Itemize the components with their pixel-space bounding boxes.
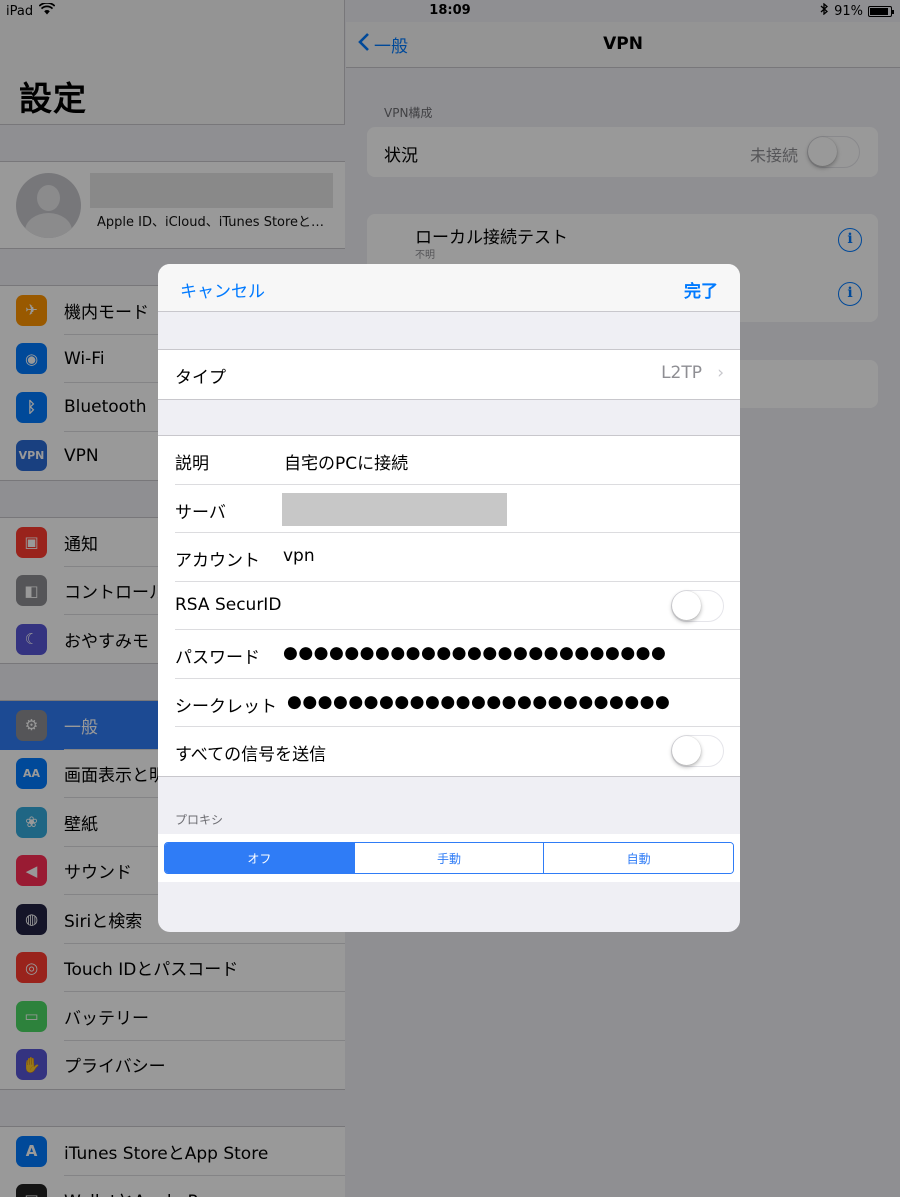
server-label: サーバ	[175, 502, 226, 523]
proxy-option-manual[interactable]: 手動	[353, 843, 544, 873]
type-group: タイプ L2TP ›	[158, 349, 740, 400]
cancel-button[interactable]: キャンセル	[180, 277, 265, 302]
done-button[interactable]: 完了	[684, 277, 718, 302]
account-row: アカウント vpn	[158, 533, 740, 582]
send-all-row: すべての信号を送信	[158, 727, 740, 776]
send-all-label: すべての信号を送信	[175, 745, 327, 765]
settings-group: 説明 自宅のPCに接続 サーバ アカウント vpn RSA SecurID パス…	[158, 435, 740, 777]
password-row: パスワード ●●●●●●●●●●●●●●●●●●●●●●●●●	[158, 630, 740, 679]
proxy-segmented-control: オフ 手動 自動	[164, 842, 734, 874]
proxy-panel: オフ 手動 自動	[158, 834, 740, 882]
secret-label: シークレット	[175, 696, 277, 717]
description-label: 説明	[175, 454, 209, 474]
rsa-row: RSA SecurID	[158, 582, 740, 630]
chevron-right-icon: ›	[717, 363, 724, 383]
account-field[interactable]: vpn	[283, 546, 315, 566]
send-all-traffic-toggle[interactable]	[671, 735, 724, 767]
vpn-config-modal: キャンセル 完了 タイプ L2TP › 説明 自宅のPCに接続 サーバ アカウン…	[158, 264, 740, 932]
rsa-securid-toggle[interactable]	[671, 589, 724, 622]
proxy-option-auto[interactable]: 自動	[543, 843, 733, 873]
secret-field[interactable]: ●●●●●●●●●●●●●●●●●●●●●●●●●	[287, 692, 670, 712]
type-row[interactable]: タイプ L2TP ›	[158, 350, 740, 399]
proxy-option-off[interactable]: オフ	[165, 843, 354, 873]
password-label: パスワード	[175, 648, 260, 668]
secret-row: シークレット ●●●●●●●●●●●●●●●●●●●●●●●●●	[158, 679, 740, 727]
server-field-redacted[interactable]	[282, 492, 507, 526]
modal-navbar: キャンセル 完了	[158, 264, 740, 312]
description-row: 説明 自宅のPCに接続	[158, 436, 740, 485]
description-field[interactable]: 自宅のPCに接続	[284, 449, 408, 474]
account-label: アカウント	[175, 551, 260, 571]
type-value: L2TP	[661, 363, 702, 383]
server-row: サーバ	[158, 485, 740, 533]
type-label: タイプ	[175, 368, 226, 388]
rsa-label: RSA SecurID	[175, 594, 282, 615]
proxy-header: プロキシ	[175, 813, 224, 827]
password-field[interactable]: ●●●●●●●●●●●●●●●●●●●●●●●●●	[283, 643, 666, 663]
